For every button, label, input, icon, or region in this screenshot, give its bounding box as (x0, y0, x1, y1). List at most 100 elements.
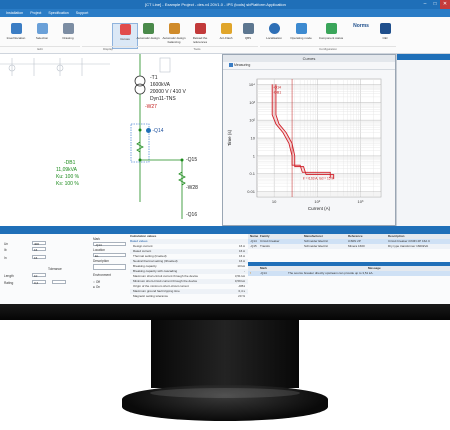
y-tick-label: 10² (249, 118, 255, 123)
title-bar: [CT Line] - Example Project - des.v4 20V… (0, 0, 450, 9)
minimize-icon[interactable]: – (420, 0, 430, 9)
insert-location-button[interactable]: Insert/location (4, 23, 28, 47)
y-tick-label: 1 (253, 153, 256, 158)
curves-icon (119, 24, 131, 35)
balancing-icon (168, 23, 180, 34)
field-label-rating: Rating (4, 281, 14, 285)
info-icon (146, 128, 151, 134)
component-cell: -Q15 (250, 244, 257, 248)
message-cell: -Q14 (260, 271, 267, 275)
field-in[interactable]: 16 (32, 255, 46, 260)
field-label-tolerance: Tolerance (48, 267, 62, 271)
environment-label: Environment (93, 273, 111, 277)
cei-icon (379, 23, 391, 34)
y-axis-label: Time (s) (227, 129, 232, 146)
window-title: [CT Line] - Example Project - des.v4 20V… (145, 2, 286, 7)
design-icon (142, 23, 154, 34)
q15-label: -Q15 (186, 157, 198, 163)
db1-ku: Ku: 100 % (56, 174, 80, 180)
description-input[interactable] (93, 264, 126, 270)
group-display-label: Display (82, 46, 134, 53)
mark-input[interactable]: -Q14 (93, 242, 126, 247)
menu-bar: Installation Project Specification Suppo… (0, 9, 450, 17)
single-line-diagram[interactable]: -T1 1600kVA 20000 V / 410 V Dyn11-TNS -W… (0, 54, 222, 281)
component-cell: Dry type transformer 1600kVA (388, 244, 429, 248)
diagram-drawing (0, 54, 186, 219)
field-rating[interactable]: 0,2 (32, 280, 46, 285)
calc-row-label: Magnetic setting tolerance (133, 294, 169, 298)
t1-power: 1600kVA (150, 82, 170, 88)
calc-row-value: 20 % (238, 294, 245, 298)
measuring-label[interactable]: Measuring (234, 63, 250, 67)
tripping-curve-chart: 10 10² 10³ 10⁴ 10³ 10² 10 1 0.1 0.01 Current (A) Ti… (227, 78, 382, 211)
location-icon (268, 23, 280, 34)
field-rating-unit[interactable] (52, 280, 66, 284)
curves-window[interactable]: Curves Measuring 10 10² 10³ 10⁴ 10³ 10² 10 1 0.1… (222, 54, 396, 226)
location-input[interactable]: EL (93, 253, 126, 258)
drawing-button[interactable]: Drawing (56, 23, 80, 47)
component-cell: Schneider Electric (304, 244, 329, 248)
status-icon (325, 23, 337, 34)
arc-flash-button[interactable]: Arc-Flash (214, 23, 238, 47)
cei-button[interactable]: CEI (376, 23, 394, 47)
right-side-panel (396, 54, 450, 226)
db1-power: 11,09kVA (56, 167, 77, 173)
automatic-design-button[interactable]: Automatic design (136, 23, 160, 47)
location-label: Location (93, 248, 106, 252)
close-icon[interactable]: ✕ (440, 0, 450, 9)
y-tick-label: 10⁴ (249, 82, 255, 87)
menu-item-support[interactable]: Support (76, 11, 89, 15)
curve-annotation-db1: -DB1 (273, 90, 281, 94)
operating-mode-button[interactable]: Operating mode (286, 23, 316, 47)
field-length[interactable]: 10 (32, 273, 46, 278)
message-row[interactable]: ! -Q14 The source breaker directly upstrea… (248, 271, 450, 276)
warning-icon: ! (250, 271, 251, 275)
field-label-ib: Ib (4, 248, 7, 252)
group-tools-label: Tools (136, 46, 258, 53)
group-configuration-label: Configuration (260, 46, 396, 53)
db1-name: -DB1 (64, 160, 76, 166)
localisation-button[interactable]: Localisation (262, 23, 286, 47)
ribbon-toolbar: Insert/location Selection Drawing Curves… (0, 17, 450, 54)
q14-label[interactable]: -Q14 (146, 128, 164, 134)
field-un[interactable]: 400 (32, 241, 46, 246)
t1-name: -T1 (150, 75, 158, 81)
menu-item-installation[interactable]: Installation (6, 11, 23, 15)
menu-item-specification[interactable]: Specification (48, 11, 68, 15)
menu-item-project[interactable]: Project (30, 11, 41, 15)
maximize-icon[interactable]: □ (430, 0, 440, 9)
electrical-properties-panel: Un 400 Ib 16 In 16 Tolerance Length 10 R… (0, 228, 91, 304)
monitor-chin (0, 304, 450, 320)
curve-annotation-q14: -Q14 (273, 85, 281, 89)
field-label-in: In (4, 256, 7, 260)
mark-label: Mark (93, 237, 101, 241)
measure-icon[interactable] (229, 63, 233, 68)
t1-voltage: 20000 V / 410 V (150, 89, 186, 95)
calc-row: Magnetic setting tolerance 20 % (130, 294, 248, 299)
automatic-balancing-button[interactable]: Automatic design balancing (162, 23, 186, 47)
qbs-button[interactable]: QBS (236, 23, 260, 47)
w28-label: -W28 (186, 185, 198, 191)
norms-button[interactable]: Norms (348, 23, 374, 47)
monitor-neck (151, 320, 299, 388)
radio-off[interactable]: ○ Off (93, 280, 100, 284)
y-tick-label: 0.1 (249, 171, 255, 176)
component-row[interactable]: -Q15 Transfo Schneider Electric Minera 1600… (248, 244, 450, 249)
drawing-icon (62, 23, 74, 34)
reload-references-button[interactable]: Reload the references (188, 23, 212, 47)
curve-annotation-settings: Ir = 6,63 A, Isd = 15 Ir (303, 177, 335, 181)
radio-on[interactable]: ● On (93, 285, 100, 289)
curves-window-title: Curves (223, 55, 395, 62)
curves-toolbar: Measuring (223, 62, 395, 70)
application-window: [CT Line] - Example Project - des.v4 20V… (0, 0, 450, 304)
component-cell: Minera 1600 (348, 244, 365, 248)
field-ib[interactable]: 16 (32, 247, 46, 252)
component-status-button[interactable]: Component status (316, 23, 346, 47)
group-edit-label: Edit (0, 46, 80, 53)
selection-button[interactable]: Selection (30, 23, 54, 47)
w27-label: -W27 (145, 104, 157, 110)
calculation-values-panel: Calculation values Rated values Design c… (130, 228, 249, 304)
component-identity-panel: Mark -Q14 Location EL Description Enviro… (90, 228, 131, 304)
insert-icon (10, 23, 22, 34)
arc-flash-icon (220, 23, 232, 34)
